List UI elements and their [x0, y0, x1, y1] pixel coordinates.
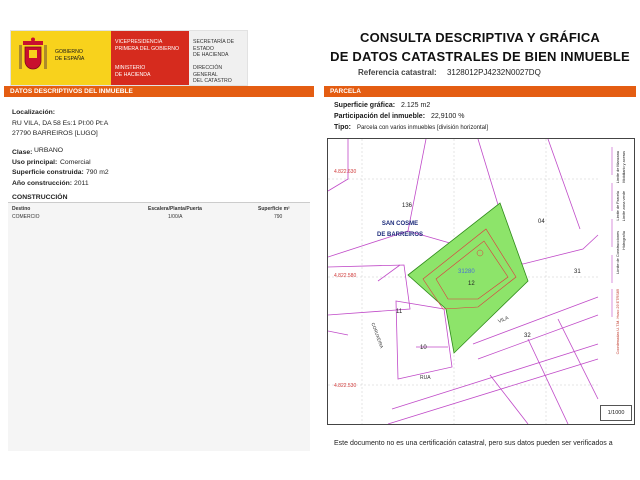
parcel-number-04: 04 — [538, 219, 545, 225]
sup-grafica-value: 2.125 m2 — [401, 102, 431, 109]
anio-label: Año construcción: — [12, 180, 73, 187]
ref-label: Referencia catastral: — [358, 68, 437, 77]
parcel-number-11: 11 — [396, 309, 403, 315]
place-name-line-1: SAN COSME — [381, 221, 419, 227]
localizacion-label: Localización: — [12, 109, 56, 116]
tipo-row: Tipo: Parcela con varios inmuebles [divi… — [334, 124, 488, 131]
coat-of-arms-icon — [19, 37, 47, 70]
direccion-label: DIRECCIÓN GENERAL DEL CATASTRO — [193, 65, 232, 84]
ref-value: 3128012PJ4232N0027DQ — [446, 68, 541, 77]
gobierno-label: GOBIERNO DE ESPAÑA — [55, 49, 85, 62]
table-cell-superficie: 790 — [274, 214, 283, 220]
street-label-rua: RUA — [420, 375, 431, 381]
scale-label: 1/1000 — [607, 410, 625, 416]
table-cell-destino: COMERCIO — [12, 214, 40, 220]
sup-grafica-label: Superficie gráfica: — [334, 102, 396, 109]
vicepresidencia-label: VICEPRESIDENCIA PRIMERA DEL GOBIERNO — [115, 39, 180, 52]
legend-item-3: Límite de Construcciones — [616, 231, 620, 274]
anio-value: 2011 — [74, 180, 89, 187]
tipo-label: Tipo: — [334, 124, 351, 131]
sup-grafica-row: Superficie gráfica: 2.125 m2 — [334, 102, 430, 109]
legend-item-5: Límite zona verde — [622, 191, 626, 222]
scale-box: 1/1000 — [600, 405, 632, 421]
clase-value: URBANO — [34, 147, 64, 154]
parcel-number-31: 31 — [574, 269, 581, 275]
map-drawing — [327, 138, 613, 425]
coord-label-low: 4.822.530 — [334, 383, 357, 389]
parcel-number-32: 32 — [524, 333, 531, 339]
parcel-number-10: 10 — [420, 345, 427, 351]
tipo-value: Parcela con varios inmuebles [división h… — [356, 125, 489, 131]
uso-value: Comercial — [60, 159, 91, 166]
table-header-escalera: Escalera/Planta/Puerta — [148, 206, 202, 212]
legend-item-6: Hidrografía — [622, 231, 626, 250]
participacion-label: Participación del inmueble: — [334, 113, 426, 120]
government-logo-block: GOBIERNO DE ESPAÑA VICEPRESIDENCIA PRIME… — [10, 30, 248, 86]
construction-table: Destino Escalera/Planta/Puerta Superfici… — [8, 202, 310, 451]
legend-item-4: Mobiliario y aceras — [622, 151, 626, 183]
ministry-block: VICEPRESIDENCIA PRIMERA DEL GOBIERNO MIN… — [111, 31, 189, 85]
cadastral-map: 4.822.630 4.822.580 4.822.530 136 04 12 … — [327, 138, 635, 425]
parcel-number-136: 136 — [402, 203, 413, 209]
superficie-value: 790 m2 — [86, 169, 109, 176]
cadastral-reference: Referencia catastral: 3128012PJ4232N0027… — [358, 68, 541, 77]
table-cell-escalera: 1/00/A — [168, 214, 183, 220]
participacion-value: 22,9100 % — [430, 113, 465, 120]
clase-label: Clase: — [12, 149, 33, 156]
place-name: SAN COSME DE BARREIROS — [370, 221, 430, 238]
plot-code-label: 31280 — [458, 269, 475, 275]
ministerio-label: MINISTERIO DE HACIENDA — [115, 65, 151, 78]
table-header-superficie: Superficie m² — [258, 206, 290, 212]
table-header-destino: Destino — [12, 206, 31, 212]
superficie-label: Superficie construida: — [12, 169, 84, 176]
title-line-1: CONSULTA DESCRIPTIVA Y GRÁFICA — [359, 30, 600, 45]
footer-note: Este documento no es una certificación c… — [334, 440, 613, 447]
secretaria-block: SECRETARÍA DE ESTADO DE HACIENDA DIRECCI… — [189, 31, 247, 85]
legend-item-1: Límite de Manzana — [616, 151, 620, 184]
localizacion-line-1: RU VILA, DA 58 Es:1 Pl:00 Pt:A — [12, 120, 109, 127]
legend-item-2: Límite de Parcela — [616, 191, 620, 221]
title-line-2: DE DATOS CATASTRALES DE BIEN INMUEBLE — [330, 49, 630, 64]
parcel-number-12: 12 — [468, 281, 475, 287]
right-section-header: PARCELA — [324, 86, 636, 97]
place-name-line-2: DE BARREIROS — [376, 232, 423, 238]
coord-label-top: 4.822.630 — [334, 169, 357, 175]
construccion-title: CONSTRUCCIÓN — [12, 194, 68, 201]
gobierno-logo: GOBIERNO DE ESPAÑA — [11, 31, 111, 85]
document-title: CONSULTA DESCRIPTIVA Y GRÁFICA DE DATOS … — [330, 28, 630, 66]
uso-label: Uso principal: — [12, 159, 58, 166]
secretaria-label: SECRETARÍA DE ESTADO DE HACIENDA — [193, 39, 235, 58]
map-side-text: Coordenadas U.T.M. Huso 29 ETRS89 — [616, 289, 620, 355]
participacion-row: Participación del inmueble: 22,9100 % — [334, 113, 464, 120]
coord-label-mid: 4.822.580 — [334, 273, 357, 279]
left-section-header: DATOS DESCRIPTIVOS DEL INMUEBLE — [4, 86, 314, 97]
localizacion-line-2: 27790 BARREIROS [LUGO] — [12, 130, 98, 137]
